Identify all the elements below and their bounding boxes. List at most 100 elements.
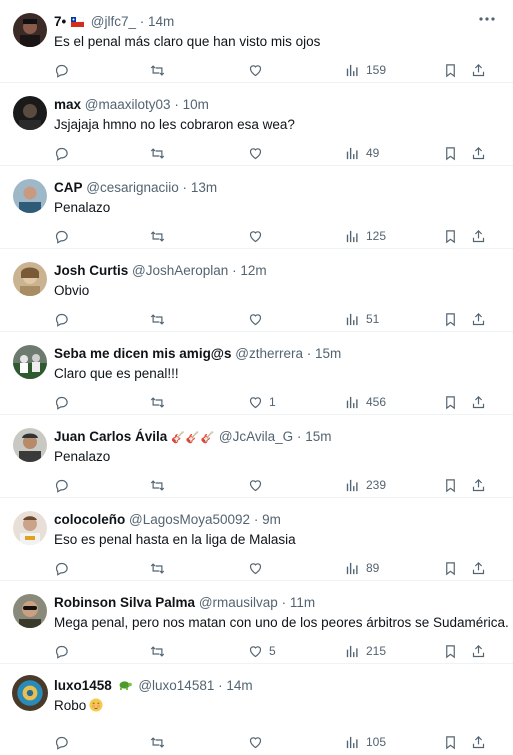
reply-button[interactable]: [54, 145, 75, 161]
timestamp[interactable]: 10m: [183, 97, 209, 112]
bookmark-button[interactable]: [443, 734, 458, 750]
bookmark-button[interactable]: [443, 643, 458, 659]
display-name[interactable]: colocoleño: [54, 512, 125, 527]
views-button[interactable]: 239: [345, 477, 386, 493]
display-name[interactable]: Josh Curtis: [54, 263, 128, 278]
timestamp[interactable]: 12m: [240, 263, 266, 278]
retweet-button[interactable]: [150, 394, 171, 410]
avatar[interactable]: [13, 345, 47, 379]
timestamp[interactable]: 9m: [262, 512, 281, 527]
like-button[interactable]: 5: [248, 643, 276, 659]
share-button[interactable]: [471, 311, 486, 327]
display-name[interactable]: luxo1458: [54, 678, 112, 693]
share-button[interactable]: [471, 560, 486, 576]
avatar[interactable]: [13, 13, 47, 47]
avatar[interactable]: [13, 511, 47, 545]
bookmark-button[interactable]: [443, 228, 458, 244]
handle[interactable]: @maaxiloty03: [85, 97, 171, 112]
retweet-button[interactable]: [150, 145, 171, 161]
reply-button[interactable]: [54, 734, 75, 750]
avatar[interactable]: [13, 428, 47, 462]
tweet[interactable]: colocoleño @LagosMoya50092 · 9m Eso es p…: [0, 498, 513, 581]
tweet[interactable]: max @maaxiloty03 · 10m Jsjajaja hmno no …: [0, 83, 513, 166]
views-button[interactable]: 89: [345, 560, 379, 576]
retweet-button[interactable]: [150, 477, 171, 493]
avatar[interactable]: [13, 594, 47, 628]
tweet[interactable]: Juan Carlos Ávila 🎸🎸🎸 @JcAvila_G · 15m P…: [0, 415, 513, 498]
tweet[interactable]: 7• @jlfc7_ · 14m Es el penal más claro q…: [0, 0, 513, 83]
bookmark-button[interactable]: [443, 477, 458, 493]
display-name[interactable]: Juan Carlos Ávila: [54, 429, 167, 444]
avatar[interactable]: [13, 262, 47, 296]
share-button[interactable]: [471, 643, 486, 659]
bookmark-button[interactable]: [443, 311, 458, 327]
retweet-button[interactable]: [150, 62, 171, 78]
retweet-button[interactable]: [150, 734, 171, 750]
handle[interactable]: @LagosMoya50092: [129, 512, 250, 527]
reply-button[interactable]: [54, 477, 75, 493]
like-button[interactable]: [248, 560, 269, 576]
bookmark-button[interactable]: [443, 62, 458, 78]
share-button[interactable]: [471, 62, 486, 78]
display-name[interactable]: CAP: [54, 180, 83, 195]
avatar[interactable]: [12, 675, 48, 711]
like-button[interactable]: [248, 477, 269, 493]
handle[interactable]: @rmausilvap: [199, 595, 278, 610]
display-name[interactable]: Seba me dicen mis amig@s: [54, 346, 231, 361]
share-button[interactable]: [471, 145, 486, 161]
like-button[interactable]: [248, 734, 269, 750]
display-name[interactable]: Robinson Silva Palma: [54, 595, 195, 610]
more-icon[interactable]: [479, 16, 495, 22]
timestamp[interactable]: 15m: [315, 346, 341, 361]
like-button[interactable]: 1: [248, 394, 276, 410]
timestamp[interactable]: 15m: [305, 429, 331, 444]
views-button[interactable]: 159: [345, 62, 386, 78]
bookmark-button[interactable]: [443, 394, 458, 410]
retweet-button[interactable]: [150, 311, 171, 327]
views-button[interactable]: 215: [345, 643, 386, 659]
timestamp[interactable]: 14m: [148, 14, 174, 29]
reply-button[interactable]: [54, 228, 75, 244]
views-button[interactable]: 51: [345, 311, 379, 327]
handle[interactable]: @JcAvila_G: [219, 429, 293, 444]
like-button[interactable]: [248, 62, 269, 78]
handle[interactable]: @ztherrera: [235, 346, 303, 361]
bookmark-button[interactable]: [443, 560, 458, 576]
avatar[interactable]: [13, 96, 47, 130]
tweet[interactable]: Josh Curtis @JoshAeroplan · 12m Obvio 51: [0, 249, 513, 332]
tweet[interactable]: CAP @cesarignaciio · 13m Penalazo 125: [0, 166, 513, 249]
share-button[interactable]: [471, 734, 486, 750]
timestamp[interactable]: 13m: [191, 180, 217, 195]
reply-button[interactable]: [54, 560, 75, 576]
reply-button[interactable]: [54, 311, 75, 327]
timestamp[interactable]: 11m: [290, 595, 315, 610]
views-button[interactable]: 105: [345, 734, 386, 750]
like-button[interactable]: [248, 145, 269, 161]
share-button[interactable]: [471, 477, 486, 493]
handle[interactable]: @cesarignaciio: [86, 180, 179, 195]
handle[interactable]: @luxo14581: [138, 678, 214, 693]
retweet-button[interactable]: [150, 560, 171, 576]
tweet[interactable]: Seba me dicen mis amig@s @ztherrera · 15…: [0, 332, 513, 415]
views-button[interactable]: 456: [345, 394, 386, 410]
reply-button[interactable]: [54, 643, 75, 659]
views-button[interactable]: 125: [345, 228, 386, 244]
tweet[interactable]: Robinson Silva Palma @rmausilvap · 11m M…: [0, 581, 513, 664]
reply-button[interactable]: [54, 62, 75, 78]
display-name[interactable]: 7•: [54, 14, 66, 29]
tweet[interactable]: luxo1458 @luxo14581 · 14m Robo 105: [0, 664, 513, 755]
bookmark-button[interactable]: [443, 145, 458, 161]
timestamp[interactable]: 14m: [226, 678, 252, 693]
handle[interactable]: @jlfc7_: [91, 14, 136, 29]
like-button[interactable]: [248, 311, 269, 327]
reply-button[interactable]: [54, 394, 75, 410]
avatar[interactable]: [13, 179, 47, 213]
share-button[interactable]: [471, 228, 486, 244]
display-name[interactable]: max: [54, 97, 81, 112]
retweet-button[interactable]: [150, 643, 171, 659]
share-button[interactable]: [471, 394, 486, 410]
handle[interactable]: @JoshAeroplan: [132, 263, 228, 278]
retweet-button[interactable]: [150, 228, 171, 244]
like-button[interactable]: [248, 228, 269, 244]
views-button[interactable]: 49: [345, 145, 379, 161]
